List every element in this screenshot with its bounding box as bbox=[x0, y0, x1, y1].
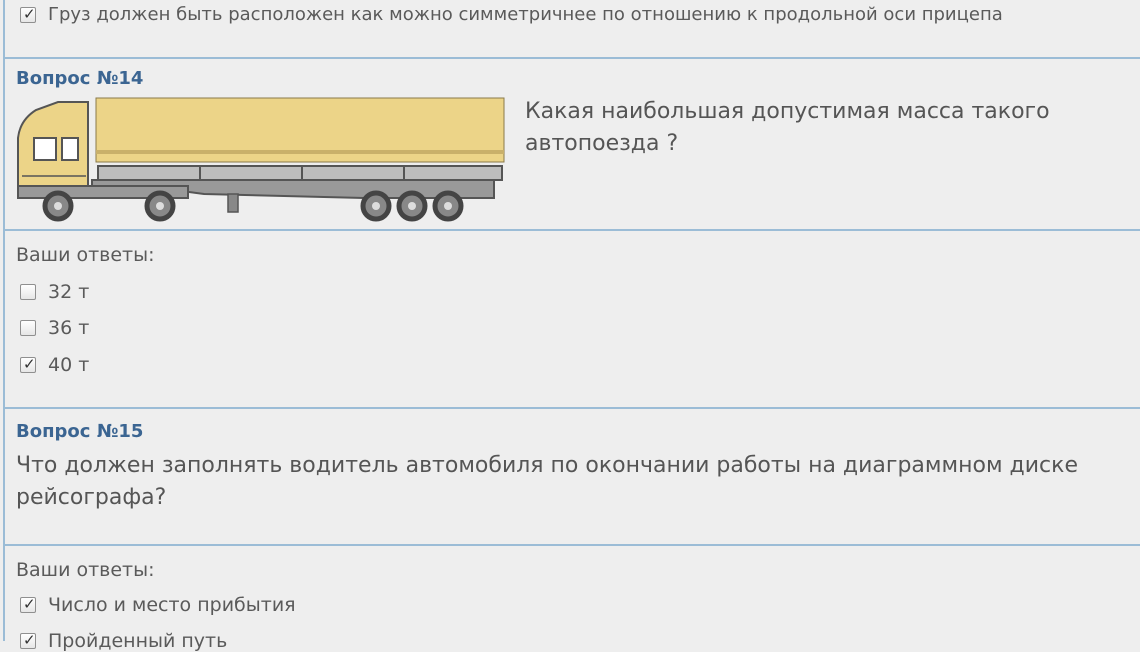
quiz-results-page: ✓ Груз должен быть расположен как можно … bbox=[0, 0, 1140, 652]
answer-checkbox[interactable] bbox=[20, 284, 36, 300]
divider bbox=[3, 544, 1140, 546]
answer-label: 40 т bbox=[48, 354, 90, 376]
question-15-text: Что должен заполнять водитель автомобиля… bbox=[16, 453, 1078, 510]
check-icon: ✓ bbox=[23, 355, 36, 373]
prev-answer-label: Груз должен быть расположен как можно си… bbox=[48, 4, 1003, 25]
answers-label: Ваши ответы: bbox=[16, 244, 155, 266]
prev-answer-checkbox[interactable]: ✓ bbox=[20, 5, 36, 23]
question-14-text: Какая наибольшая допустимая масса такого… bbox=[525, 99, 1050, 156]
answer-checkbox[interactable]: ✓ bbox=[20, 355, 36, 373]
divider bbox=[3, 407, 1140, 409]
answer-label: 36 т bbox=[48, 317, 90, 339]
answer-label: Число и место прибытия bbox=[48, 594, 296, 616]
divider bbox=[3, 229, 1140, 231]
answer-checkbox[interactable]: ✓ bbox=[20, 631, 36, 649]
check-icon: ✓ bbox=[23, 5, 36, 23]
answer-label: Пройденный путь bbox=[48, 630, 228, 652]
answer-checkbox[interactable]: ✓ bbox=[20, 595, 36, 613]
answers-label: Ваши ответы: bbox=[16, 559, 155, 581]
question-15-title: Вопрос №15 bbox=[16, 421, 144, 442]
check-icon: ✓ bbox=[23, 631, 36, 649]
truck-image bbox=[17, 97, 505, 222]
answer-label: 32 т bbox=[48, 281, 90, 303]
divider bbox=[3, 57, 1140, 59]
question-14-title: Вопрос №14 bbox=[16, 68, 144, 89]
answer-checkbox[interactable] bbox=[20, 320, 36, 336]
check-icon: ✓ bbox=[23, 595, 36, 613]
